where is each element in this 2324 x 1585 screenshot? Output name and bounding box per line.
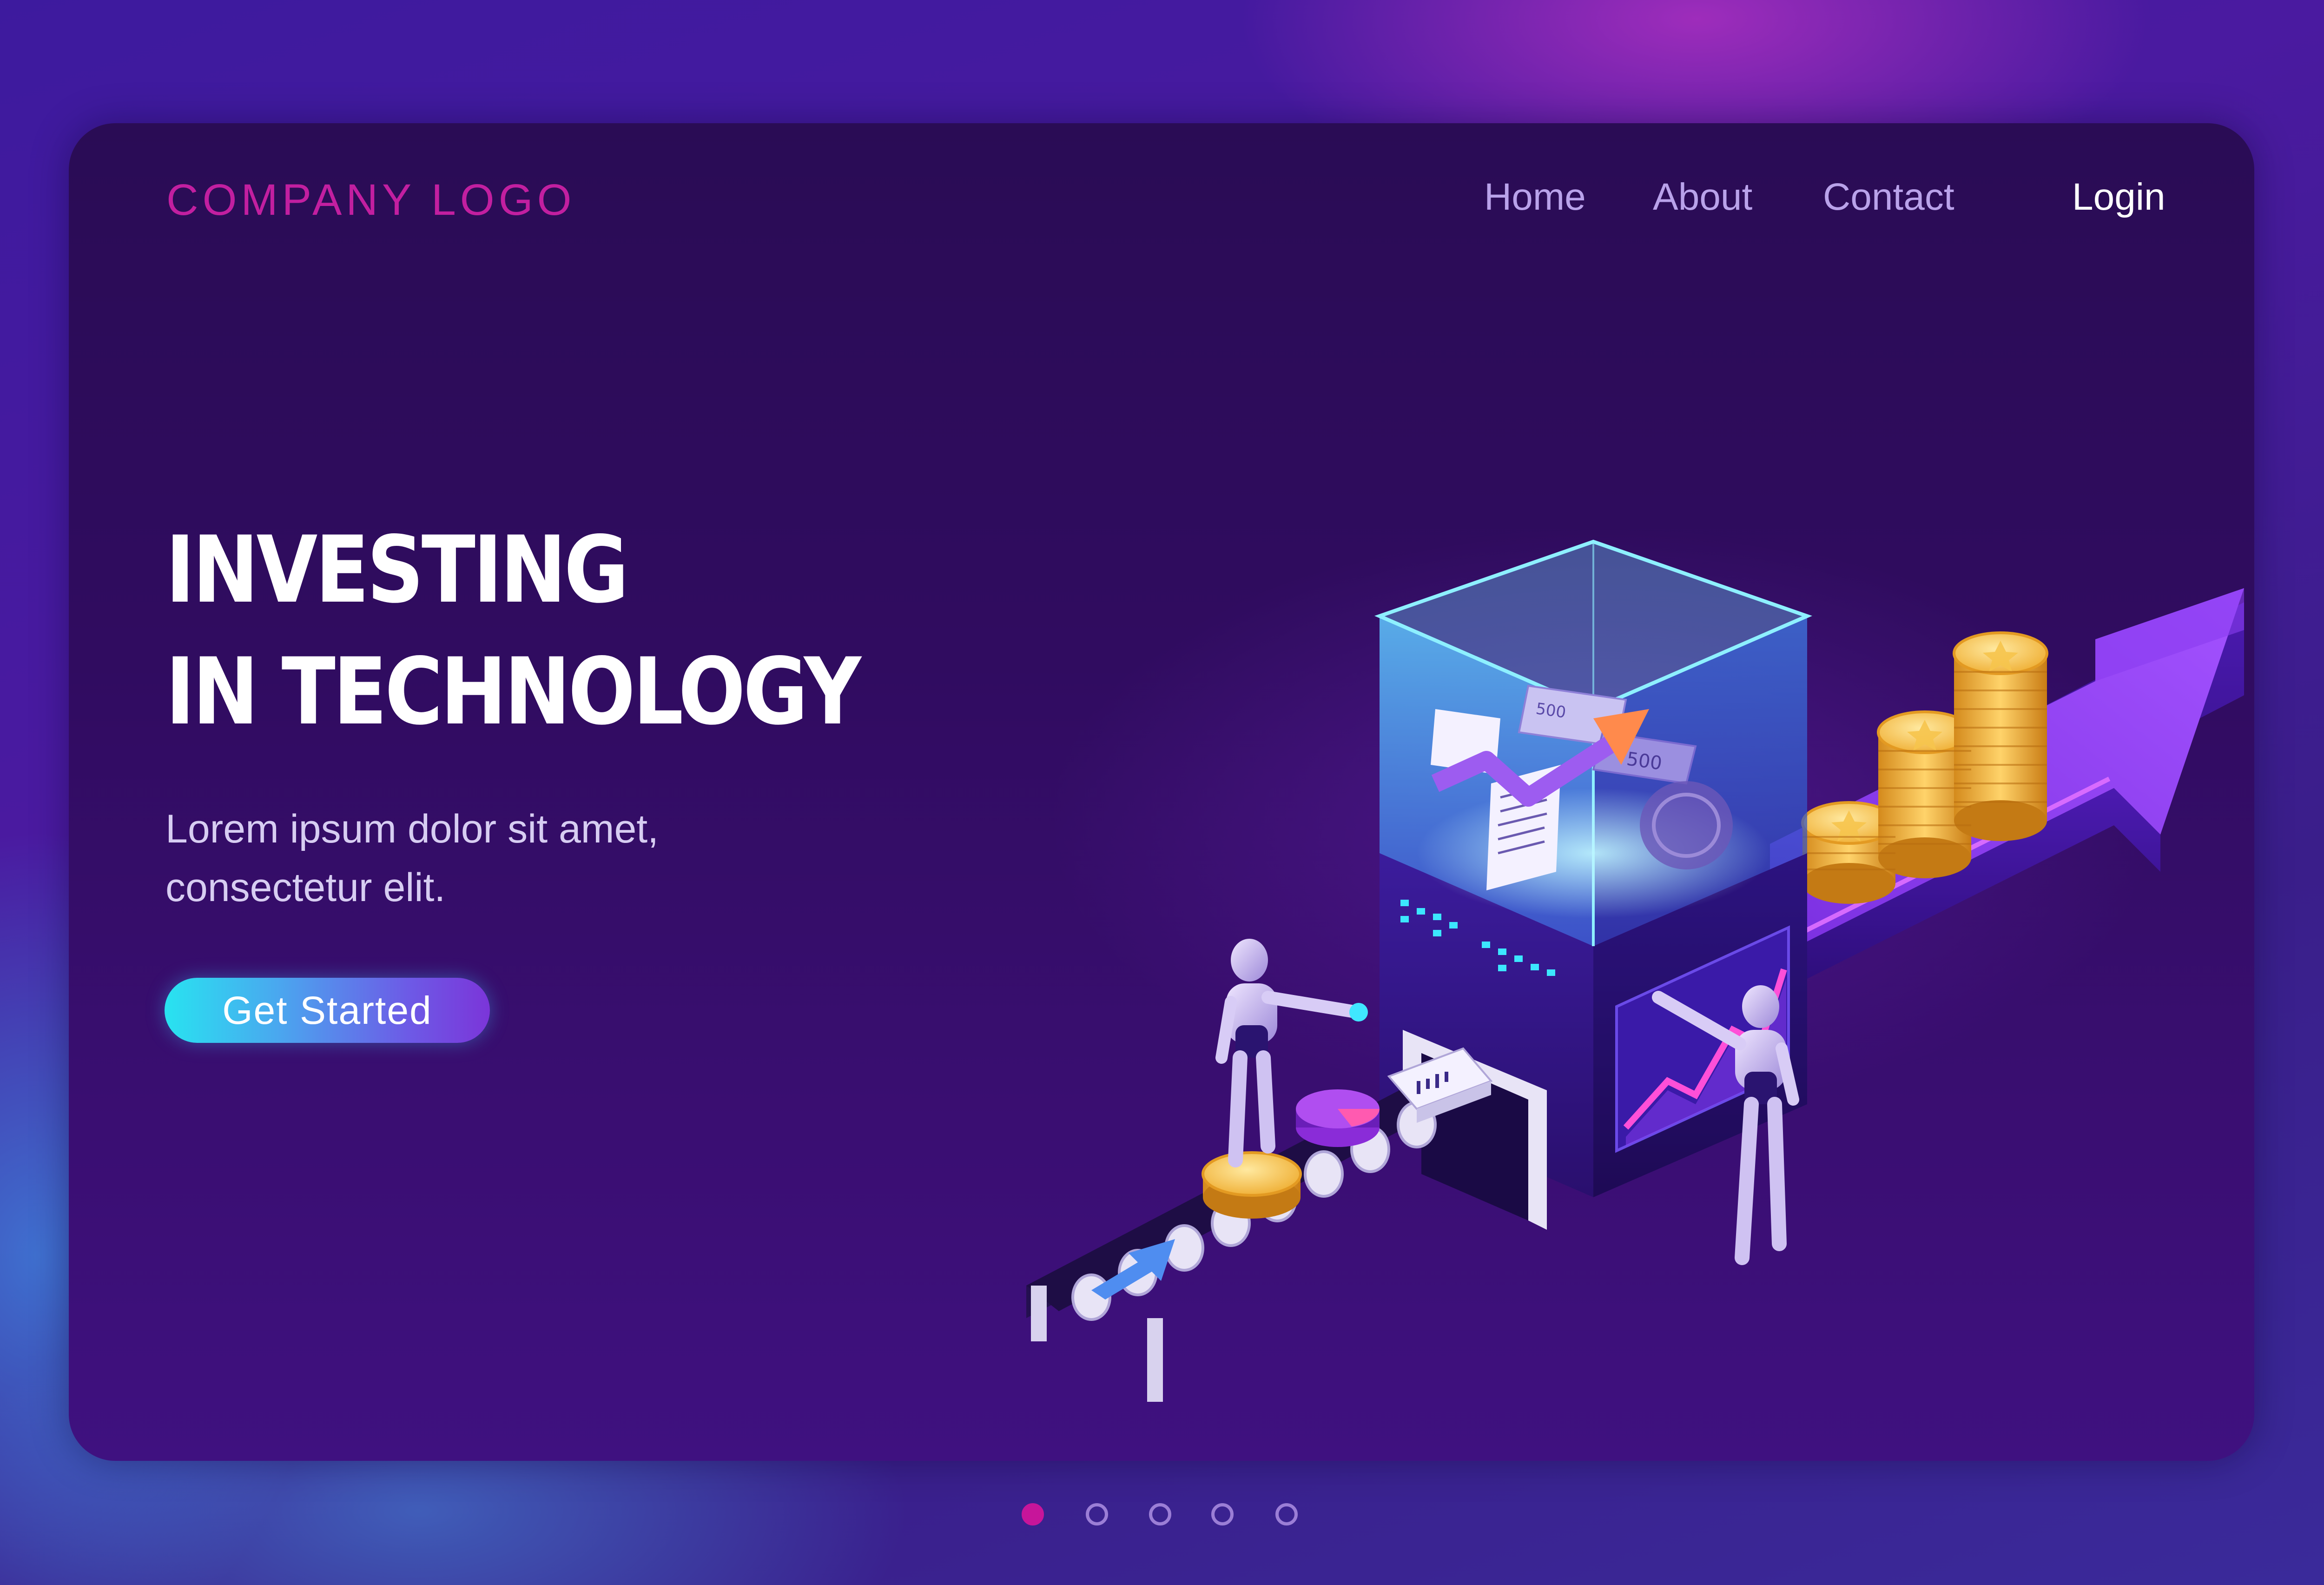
landing-page: { "brand": { "logo_text": "COMPANY LOGO"… xyxy=(0,0,2324,1585)
processing-cube-icon: 500 500 xyxy=(1374,539,1812,946)
get-started-button[interactable]: Get Started xyxy=(165,978,490,1043)
hero-title-line-2: IN TECHNOLOGY xyxy=(165,638,861,745)
company-logo[interactable]: COMPANY LOGO xyxy=(166,178,575,222)
hero-subtitle-line-2: consectetur elit. xyxy=(165,865,446,910)
pagination-dot-4[interactable] xyxy=(1211,1503,1234,1525)
pagination-dot-5[interactable] xyxy=(1275,1503,1298,1525)
pagination-dots xyxy=(1022,1503,1319,1536)
hero-subtitle: Lorem ipsum dolor sit amet, consectetur … xyxy=(165,800,659,917)
pagination-dot-1[interactable] xyxy=(1022,1503,1044,1525)
hero-card: COMPANY LOGO Home About Contact Login IN… xyxy=(69,123,2254,1461)
coin-icon xyxy=(1202,1151,1302,1219)
isometric-investing-illustration: 500 500 xyxy=(1026,539,2244,1402)
coin-stack-icon xyxy=(1953,631,2048,841)
pie-chart-icon xyxy=(1296,1089,1380,1147)
hero-title: INVESTING IN TECHNOLOGY xyxy=(165,509,861,753)
hero-title-line-1: INVESTING xyxy=(165,516,629,623)
pagination-dot-3[interactable] xyxy=(1149,1503,1171,1525)
nav-about-link[interactable]: About xyxy=(1653,178,1752,216)
hero-subtitle-line-1: Lorem ipsum dolor sit amet, xyxy=(165,807,659,851)
nav-contact-link[interactable]: Contact xyxy=(1823,178,1954,216)
pagination-dot-2[interactable] xyxy=(1086,1503,1108,1525)
nav-home-link[interactable]: Home xyxy=(1484,178,1586,216)
login-link[interactable]: Login xyxy=(2072,178,2166,216)
